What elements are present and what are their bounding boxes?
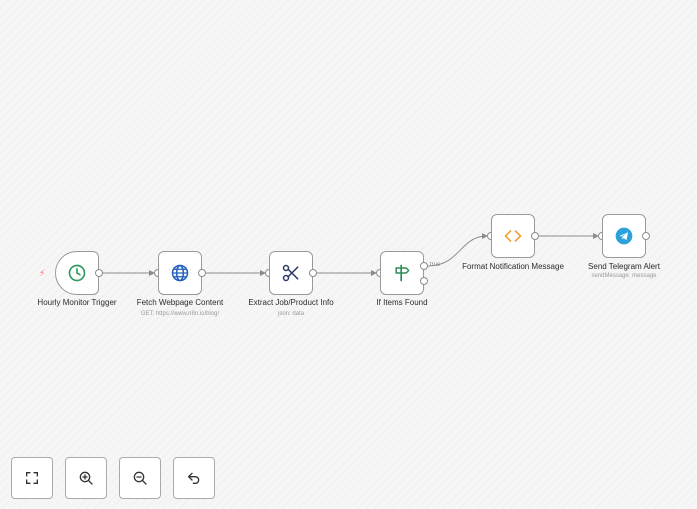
node-send-telegram-alert[interactable] (602, 214, 646, 258)
trigger-bolt-icon: ⚡ (39, 268, 46, 278)
node-subtitle: sendMessage: message (591, 273, 657, 279)
undo-icon (188, 472, 200, 484)
fit-view-icon (26, 472, 38, 484)
connections (103, 233, 599, 276)
code-icon (504, 230, 522, 242)
node-fetch-webpage-content[interactable] (158, 251, 202, 295)
signpost-icon (395, 264, 410, 282)
node-format-notification-message[interactable] (491, 214, 535, 258)
zoom-in-icon (79, 471, 93, 485)
zoom-out-button[interactable] (119, 457, 161, 499)
telegram-output-port[interactable] (642, 232, 650, 240)
globe-icon (171, 264, 189, 282)
zoom-in-button[interactable] (65, 457, 107, 499)
node-if-items-found[interactable] (380, 251, 424, 295)
workflow-canvas[interactable]: ⚡ Hourly Monitor Trigger Fetch Webpage C… (0, 0, 697, 509)
zoom-out-icon (133, 471, 147, 485)
fit-view-button[interactable] (11, 457, 53, 499)
scissors-icon (282, 264, 299, 282)
node-label: Send Telegram Alert (588, 262, 660, 271)
true-branch-label: true (430, 262, 441, 268)
format-output-port[interactable] (531, 232, 539, 240)
node-extract-job-product-info[interactable] (269, 251, 313, 295)
undo-button[interactable] (173, 457, 215, 499)
clock-icon (68, 264, 86, 282)
telegram-icon (615, 227, 633, 245)
node-subtitle: json: data (277, 311, 305, 317)
node-label: If Items Found (376, 298, 428, 307)
if-true-output-port[interactable] (420, 262, 428, 270)
fetch-output-port[interactable] (198, 269, 206, 277)
trigger-output-port[interactable] (95, 269, 103, 277)
node-hourly-monitor-trigger[interactable] (55, 251, 99, 295)
if-false-output-port[interactable] (420, 277, 428, 285)
extract-output-port[interactable] (309, 269, 317, 277)
